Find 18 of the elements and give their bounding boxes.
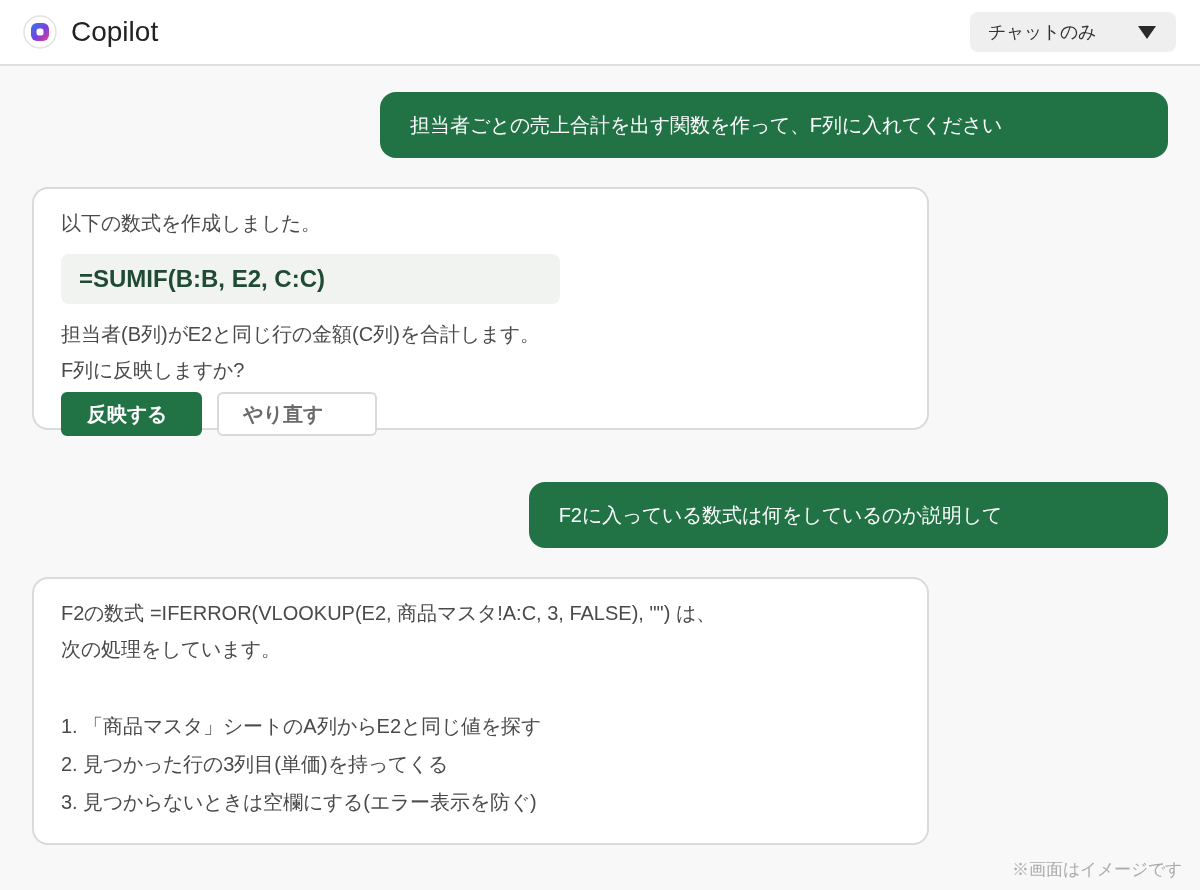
message-text: F2の数式 =IFERROR(VLOOKUP(E2, 商品マスタ!A:C, 3, FALSE), "") は、 [61,601,716,626]
message-text: F列に反映しますか? [61,358,245,383]
retry-button[interactable]: やり直す [217,392,377,436]
list-item: 3. 見つからないときは空欄にする(エラー表示を防ぐ) [61,790,537,815]
message-text: 担当者(B列)がE2と同じ行の金額(C列)を合計します。 [61,322,540,347]
footer-note: ※画面はイメージです [1012,859,1182,881]
user-message-bubble: 担当者ごとの売上合計を出す関数を作って、F列に入れてください [379,92,1168,158]
formula-block: =SUMIF(B:B, E2, C:C) [61,254,560,304]
apply-button[interactable]: 反映する [61,392,202,436]
app-title: Copilot [71,18,159,46]
mode-dropdown[interactable]: チャットのみ [970,12,1176,52]
message-text: 次の処理をしています。 [61,637,281,662]
user-message-bubble: F2に入っている数式は何をしているのか説明して [528,482,1168,548]
message-text: 以下の数式を作成しました。 [61,211,321,236]
list-item: 2. 見つかった行の3列目(単価)を持ってくる [61,752,448,777]
list-item: 1. 「商品マスタ」シートのA列からE2と同じ値を探す [61,714,542,739]
caret-icon [1138,25,1156,39]
logo-icon [23,15,57,49]
